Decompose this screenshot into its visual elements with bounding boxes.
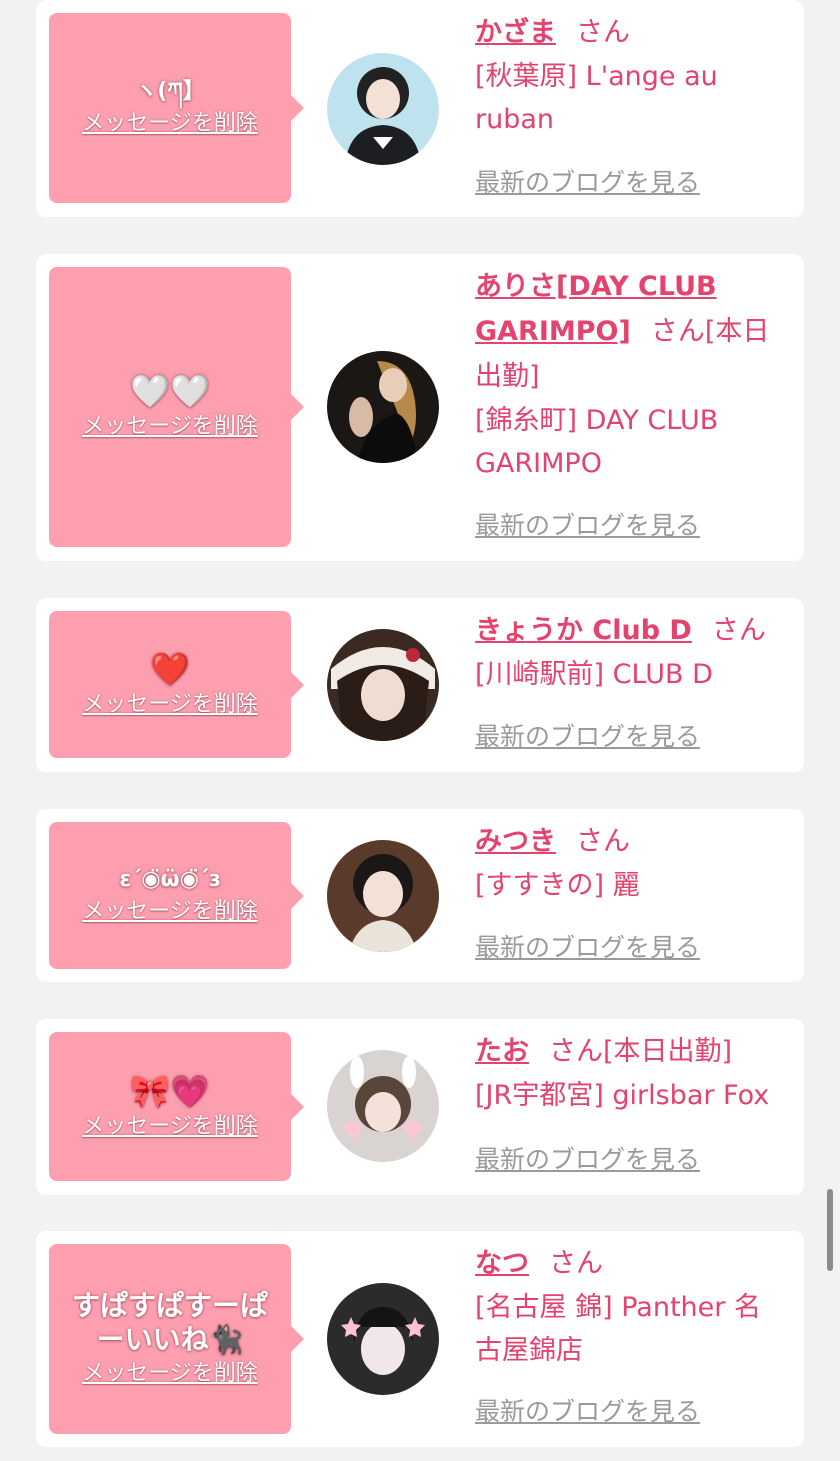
user-name-link[interactable]: たお: [475, 1036, 529, 1067]
shop-name: [川崎駅前] CLUB D: [475, 659, 713, 690]
message-list: ヽ(ཀ】 メッセージを削除 かざま さん [秋葉原] L'ange au ruba…: [0, 0, 840, 1461]
message-bubble: ❤️ メッセージを削除: [49, 611, 304, 758]
message-bubble: ε΄◉̈ω̈◉̈΄ɜ メッセージを削除: [49, 822, 304, 969]
shop-name: [JR宇都宮] girlsbar Fox: [475, 1080, 770, 1111]
shop-name: [錦糸町] DAY CLUB GARIMPO: [475, 405, 719, 479]
latest-blog-link[interactable]: 最新のブログを見る: [475, 511, 700, 541]
latest-blog-link[interactable]: 最新のブログを見る: [475, 722, 700, 752]
info-block: きょうか Club D さん [川崎駅前] CLUB D: [475, 608, 785, 696]
avatar[interactable]: [327, 53, 439, 165]
user-name-link[interactable]: かざま: [475, 17, 556, 48]
message-text: ε΄◉̈ω̈◉̈΄ɜ: [119, 866, 221, 892]
message-bubble: 🎀💗 メッセージを削除: [49, 1032, 304, 1181]
honorific: さん: [576, 826, 630, 857]
message-bubble: ヽ(ཀ】 メッセージを削除: [49, 13, 304, 203]
honorific: さん: [576, 17, 630, 48]
message-text: すぱすぱすーぱーいいね🐈‍⬛: [71, 1289, 268, 1356]
user-name-link[interactable]: なつ: [475, 1248, 529, 1279]
list-item: すぱすぱすーぱーいいね🐈‍⬛ メッセージを削除 なつ さん [名古屋 錦] Pan…: [36, 1231, 804, 1447]
honorific: さん: [650, 316, 705, 347]
list-item: ε΄◉̈ω̈◉̈΄ɜ メッセージを削除 みつき さん [すすきの] 麗 最新のブロ…: [36, 809, 804, 982]
message-text: 🤍🤍: [130, 372, 210, 410]
latest-blog-link[interactable]: 最新のブログを見る: [475, 933, 700, 963]
info-block: ありさ[DAY CLUB GARIMPO] さん[本日出勤] [錦糸町] DAY …: [475, 264, 785, 485]
delete-message-link[interactable]: メッセージを削除: [82, 412, 258, 442]
avatar[interactable]: [327, 1283, 439, 1395]
shop-name: [すすきの] 麗: [475, 870, 640, 901]
user-name-link[interactable]: みつき: [475, 826, 556, 857]
message-text: ❤️: [150, 649, 190, 688]
avatar[interactable]: [327, 351, 439, 463]
avatar[interactable]: [327, 629, 439, 741]
user-name-link[interactable]: きょうか Club D: [475, 615, 692, 646]
shop-name: [名古屋 錦] Panther 名古屋錦店: [475, 1292, 761, 1366]
honorific: さん: [549, 1248, 603, 1279]
message-bubble: すぱすぱすーぱーいいね🐈‍⬛ メッセージを削除: [49, 1244, 304, 1434]
honorific: さん: [549, 1036, 603, 1067]
delete-message-link[interactable]: メッセージを削除: [82, 897, 258, 927]
scrollbar-thumb[interactable]: [827, 1189, 833, 1271]
honorific: さん: [711, 615, 766, 646]
delete-message-link[interactable]: メッセージを削除: [82, 1359, 258, 1389]
list-item: 🤍🤍 メッセージを削除 ありさ[DAY CLUB GARIMPO] さん[本日出勤…: [36, 254, 804, 561]
message-text: ヽ(ཀ】: [135, 79, 205, 104]
shop-name: [秋葉原] L'ange au ruban: [475, 61, 718, 135]
list-item: ヽ(ཀ】 メッセージを削除 かざま さん [秋葉原] L'ange au ruba…: [36, 0, 804, 217]
info-block: みつき さん [すすきの] 麗: [475, 819, 785, 907]
list-item: ❤️ メッセージを削除 きょうか Club D さん [川崎駅前] CLUB D …: [36, 598, 804, 772]
latest-blog-link[interactable]: 最新のブログを見る: [475, 1145, 700, 1175]
delete-message-link[interactable]: メッセージを削除: [82, 1112, 258, 1142]
delete-message-link[interactable]: メッセージを削除: [82, 109, 258, 139]
message-text: 🎀💗: [130, 1071, 210, 1110]
avatar[interactable]: [327, 840, 439, 952]
info-block: かざま さん [秋葉原] L'ange au ruban: [475, 10, 785, 141]
latest-blog-link[interactable]: 最新のブログを見る: [475, 168, 700, 198]
avatar[interactable]: [327, 1050, 439, 1162]
message-bubble: 🤍🤍 メッセージを削除: [49, 267, 304, 547]
delete-message-link[interactable]: メッセージを削除: [82, 690, 258, 720]
list-item: 🎀💗 メッセージを削除 たお さん[本日出勤] [JR宇都宮] girlsbar …: [36, 1019, 804, 1195]
info-block: たお さん[本日出勤] [JR宇都宮] girlsbar Fox: [475, 1029, 785, 1117]
info-block: なつ さん [名古屋 錦] Panther 名古屋錦店: [475, 1241, 785, 1372]
latest-blog-link[interactable]: 最新のブログを見る: [475, 1397, 700, 1427]
attendance-status: [本日出勤]: [603, 1036, 733, 1067]
